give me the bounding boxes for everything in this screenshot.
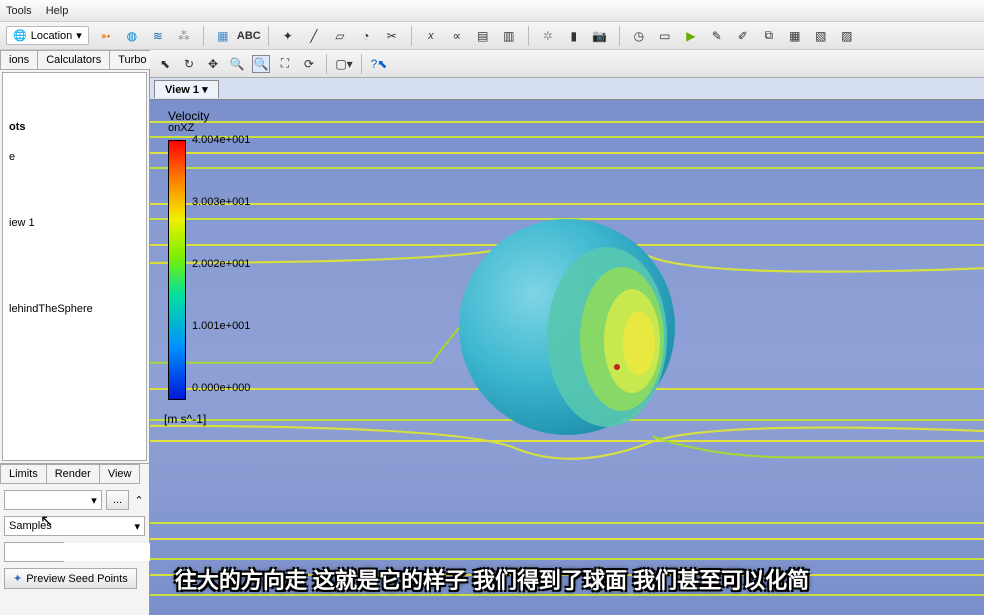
view-tabs: View 1 ▾ bbox=[150, 78, 984, 100]
plane-icon[interactable]: ▱ bbox=[331, 27, 349, 45]
point-icon[interactable]: ✦ bbox=[279, 27, 297, 45]
chevron-down-icon: ▾ bbox=[91, 494, 97, 507]
tree-node[interactable]: ots bbox=[7, 119, 142, 135]
chevron-down-icon: ▾ bbox=[76, 29, 82, 42]
camera-icon[interactable]: 📷 bbox=[591, 27, 609, 45]
report-icon[interactable]: ▧ bbox=[812, 27, 830, 45]
option-combo[interactable]: ▾ bbox=[4, 490, 102, 510]
sphere bbox=[457, 217, 677, 437]
menubar: Tools Help bbox=[0, 0, 984, 22]
samples-input[interactable] bbox=[5, 543, 153, 561]
tick-max: 4.004e+001 bbox=[192, 134, 250, 146]
refresh-icon[interactable]: ⟳ bbox=[300, 55, 318, 73]
side-panel-tabs: ions Calculators Turbo bbox=[0, 50, 149, 70]
tab-turbo[interactable]: Turbo bbox=[109, 50, 155, 69]
vector-icon[interactable]: ➳ bbox=[97, 27, 115, 45]
tree-node[interactable]: e bbox=[7, 149, 142, 165]
contour-icon[interactable]: ◍ bbox=[123, 27, 141, 45]
legend-title: Velocity bbox=[168, 110, 209, 122]
tab-expressions[interactable]: ions bbox=[0, 50, 38, 69]
tick-min: 0.000e+000 bbox=[192, 382, 250, 394]
volume-icon[interactable]: ▦ bbox=[214, 27, 232, 45]
timer-icon[interactable]: ◷ bbox=[630, 27, 648, 45]
export-icon[interactable]: ▨ bbox=[838, 27, 856, 45]
video-subtitle: 往大的方向走 这就是它的样子 我们得到了球面 我们甚至可以化简 bbox=[175, 563, 809, 595]
browse-button[interactable]: ... bbox=[106, 490, 129, 510]
samples-combo[interactable]: Samples ▾ bbox=[4, 516, 145, 536]
chevron-down-icon: ▾ bbox=[202, 84, 208, 96]
viewport[interactable]: Velocity onXZ 4.004e+001 3.003e+001 2.00… bbox=[150, 100, 984, 615]
location-dropdown[interactable]: 🌐 Location ▾ bbox=[6, 26, 89, 45]
tree-node[interactable]: lehindTheSphere bbox=[7, 301, 142, 317]
chevron-down-icon: ▾ bbox=[134, 520, 140, 533]
zoom-icon[interactable]: 🔍 bbox=[228, 55, 246, 73]
menu-help[interactable]: Help bbox=[46, 5, 69, 17]
tick-1: 1.001e+001 bbox=[192, 320, 250, 332]
view-tab-1[interactable]: View 1 ▾ bbox=[154, 80, 219, 98]
rotate-icon[interactable]: ↻ bbox=[180, 55, 198, 73]
view-toolbar: ⬉ ↻ ✥ 🔍 🔍 ⛶ ⟳ ▢▾ ?⬉ bbox=[150, 50, 984, 78]
probe-icon[interactable]: ✐ bbox=[734, 27, 752, 45]
tick-3: 3.003e+001 bbox=[192, 196, 250, 208]
menu-tools[interactable]: Tools bbox=[6, 5, 32, 17]
view-area: ⬉ ↻ ✥ 🔍 🔍 ⛶ ⟳ ▢▾ ?⬉ View 1 ▾ bbox=[150, 50, 984, 615]
render-mode-icon[interactable]: ▢▾ bbox=[335, 55, 353, 73]
tree-node[interactable]: iew 1 bbox=[7, 215, 142, 231]
tick-2: 2.002e+001 bbox=[192, 258, 250, 270]
pan-icon[interactable]: ✥ bbox=[204, 55, 222, 73]
zoombox-icon[interactable]: 🔍 bbox=[252, 55, 270, 73]
fit-icon[interactable]: ⛶ bbox=[276, 55, 294, 73]
line-icon[interactable]: ╱ bbox=[305, 27, 323, 45]
tab-view[interactable]: View bbox=[99, 464, 141, 484]
seed-icon: ✦ bbox=[13, 572, 22, 585]
properties-panel: Limits Render View ▾ ... ⌃ Samples ▾ ▲▼ bbox=[0, 463, 149, 615]
tab-calculators[interactable]: Calculators bbox=[37, 50, 110, 69]
legend-ticks: 4.004e+001 3.003e+001 2.002e+001 1.001e+… bbox=[192, 134, 250, 394]
mesh-icon[interactable]: ▦ bbox=[786, 27, 804, 45]
clip-icon[interactable]: ✂ bbox=[383, 27, 401, 45]
streamline-icon[interactable]: ≋ bbox=[149, 27, 167, 45]
select-icon[interactable]: ⬉ bbox=[156, 55, 174, 73]
tab-render[interactable]: Render bbox=[46, 464, 100, 484]
text-icon[interactable]: ABC bbox=[240, 27, 258, 45]
play-icon[interactable]: ▶ bbox=[682, 27, 700, 45]
main-toolbar: 🌐 Location ▾ ➳ ◍ ≋ ⁂ ▦ ABC ✦ ╱ ▱ ◔ ✂ x ∝… bbox=[0, 22, 984, 50]
legend-icon[interactable]: ▮ bbox=[565, 27, 583, 45]
samples-spinner[interactable]: ▲▼ bbox=[4, 542, 64, 562]
expand-button[interactable]: ⌃ bbox=[133, 494, 145, 507]
table-icon[interactable]: ▤ bbox=[474, 27, 492, 45]
expression-icon[interactable]: ∝ bbox=[448, 27, 466, 45]
particle-icon[interactable]: ⁂ bbox=[175, 27, 193, 45]
turbo-icon[interactable]: ✲ bbox=[539, 27, 557, 45]
help-icon[interactable]: ?⬉ bbox=[370, 55, 388, 73]
iso-icon[interactable]: ◔ bbox=[357, 27, 375, 45]
chart-icon[interactable]: ▥ bbox=[500, 27, 518, 45]
samples-label: Samples bbox=[9, 520, 52, 532]
animation-icon[interactable]: ▭ bbox=[656, 27, 674, 45]
preview-seed-points-button[interactable]: ✦ Preview Seed Points bbox=[4, 568, 137, 589]
color-bar bbox=[168, 140, 186, 400]
variable-icon[interactable]: x bbox=[422, 27, 440, 45]
keyframe-icon[interactable]: ✎ bbox=[708, 27, 726, 45]
side-panel: ions Calculators Turbo ots e iew 1 lehin… bbox=[0, 50, 150, 615]
legend-subtitle: onXZ bbox=[168, 122, 209, 134]
compare-icon[interactable]: ⧉ bbox=[760, 27, 778, 45]
outline-tree[interactable]: ots e iew 1 lehindTheSphere bbox=[2, 72, 147, 461]
location-label: Location bbox=[31, 30, 73, 42]
preview-label: Preview Seed Points bbox=[26, 573, 128, 585]
globe-icon: 🌐 bbox=[13, 29, 27, 42]
legend-units: [m s^-1] bbox=[164, 412, 206, 426]
tab-limits[interactable]: Limits bbox=[0, 464, 47, 484]
